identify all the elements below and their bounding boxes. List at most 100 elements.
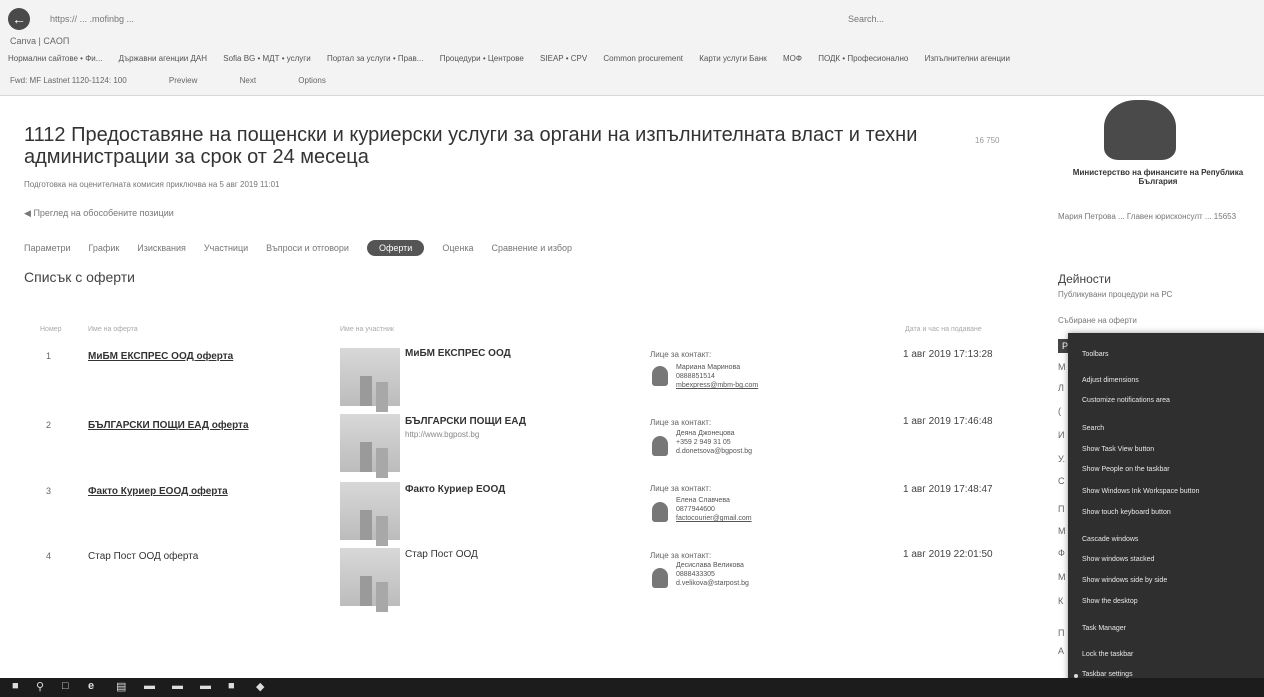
activity-link[interactable]: Публикувани процедури на РС bbox=[1058, 290, 1248, 300]
menu-item-show-desktop[interactable]: Show the desktop bbox=[1082, 598, 1138, 605]
tab-questions[interactable]: Въпроси и отговори bbox=[266, 243, 349, 253]
submission-date: 1 авг 2019 17:48:47 bbox=[903, 484, 993, 495]
preview-button[interactable]: Preview bbox=[169, 76, 197, 85]
search-icon[interactable]: ⚲ bbox=[36, 680, 44, 693]
favorites-bar: Нормални сайтове • Фи... Държавни агенци… bbox=[8, 54, 1258, 63]
submission-date: 1 авг 2019 17:46:48 bbox=[903, 416, 993, 427]
menu-item-lock-taskbar[interactable]: Lock the taskbar bbox=[1082, 651, 1133, 658]
taskbar-context-menu: Toolbars Adjust dimensions Customize not… bbox=[1068, 333, 1264, 688]
menu-item-adjust[interactable]: Adjust dimensions bbox=[1082, 377, 1139, 384]
procedure-status: Подготовка на оценителната комисия прикл… bbox=[24, 180, 280, 189]
tab-participants[interactable]: Участници bbox=[204, 243, 248, 253]
menu-item-people[interactable]: Show People on the taskbar bbox=[1082, 466, 1170, 473]
participant-logo bbox=[340, 348, 400, 406]
menu-item-side-by-side[interactable]: Show windows side by side bbox=[1082, 577, 1167, 584]
views-count: 16 750 bbox=[975, 136, 1000, 145]
favorite-link[interactable]: Нормални сайтове • Фи... bbox=[8, 54, 102, 63]
menu-item-toolbars[interactable]: Toolbars bbox=[1082, 351, 1108, 358]
tab-requirements[interactable]: Изисквания bbox=[137, 243, 186, 253]
app-icon[interactable]: ▬ bbox=[172, 680, 183, 692]
menu-item-notifications[interactable]: Customize notifications area bbox=[1082, 397, 1170, 404]
contact-email[interactable]: d.velikova@starpost.bg bbox=[676, 580, 749, 587]
tab-parameters[interactable]: Параметри bbox=[24, 243, 71, 253]
taskview-icon[interactable]: □ bbox=[62, 680, 69, 692]
column-header-number: Номер bbox=[40, 326, 62, 333]
app-icon[interactable]: ▬ bbox=[200, 680, 211, 692]
offer-link[interactable]: БЪЛГАРСКИ ПОЩИ ЕАД оферта bbox=[88, 420, 249, 431]
activity-item[interactable]: Л bbox=[1058, 383, 1064, 393]
activity-item[interactable]: А bbox=[1058, 646, 1064, 656]
favorite-link[interactable]: Common procurement bbox=[603, 54, 683, 63]
contact-phone: 0888851514 bbox=[676, 373, 715, 380]
activity-item[interactable]: И bbox=[1058, 430, 1064, 440]
favorite-link[interactable]: SIEAP • CPV bbox=[540, 54, 587, 63]
browser-tab[interactable]: Canva | CAOП bbox=[10, 36, 69, 46]
menu-item-cascade[interactable]: Cascade windows bbox=[1082, 536, 1138, 543]
activity-item[interactable]: ( bbox=[1058, 406, 1061, 416]
contact-email[interactable]: factocourier@gmail.com bbox=[676, 515, 752, 522]
offer-link[interactable]: Факто Куриер ЕООД оферта bbox=[88, 486, 228, 497]
options-button[interactable]: Options bbox=[298, 76, 326, 85]
favorite-link[interactable]: Държавни агенции ДАН bbox=[119, 54, 207, 63]
page-bar-item[interactable]: Fwd: MF Lastnet 1120-1124: 100 bbox=[10, 76, 127, 85]
activity-item[interactable]: П bbox=[1058, 628, 1064, 638]
tab-offers[interactable]: Оферти bbox=[366, 240, 425, 256]
menu-item-touch-keyboard[interactable]: Show touch keyboard button bbox=[1082, 509, 1171, 516]
participant-logo bbox=[340, 548, 400, 606]
participant-website[interactable]: http://www.bgpost.bg bbox=[405, 430, 479, 439]
activity-item[interactable]: П bbox=[1058, 504, 1064, 514]
favorite-link[interactable]: MOФ bbox=[783, 54, 802, 63]
back-button[interactable]: ← bbox=[8, 8, 30, 30]
participant-logo bbox=[340, 482, 400, 540]
activity-item[interactable]: М bbox=[1058, 572, 1066, 582]
app-icon[interactable]: ◆ bbox=[256, 680, 264, 693]
taskbar[interactable]: ■ ⚲ □ e ▤ ▬ ▬ ▬ ■ ◆ bbox=[0, 678, 1264, 697]
edge-icon[interactable]: e bbox=[88, 680, 94, 692]
lots-link[interactable]: ◀ Преглед на обособените позиции bbox=[24, 208, 174, 219]
favorite-link[interactable]: Изпълнителни агенции bbox=[925, 54, 1010, 63]
contact-email[interactable]: mbexpress@mbm-bg.com bbox=[676, 382, 758, 389]
favorite-link[interactable]: Процедури • Центрове bbox=[440, 54, 524, 63]
tab-comparison[interactable]: Сравнение и избор bbox=[492, 243, 573, 253]
menu-item-search[interactable]: Search bbox=[1082, 425, 1104, 432]
tab-evaluation[interactable]: Оценка bbox=[442, 243, 473, 253]
activity-item[interactable]: У. bbox=[1058, 454, 1065, 464]
contact-label: Лице за контакт: bbox=[650, 418, 712, 427]
app-icon[interactable]: ■ bbox=[228, 680, 235, 692]
offer-link[interactable]: Стар Пост ООД оферта bbox=[88, 551, 198, 562]
menu-item-taskbar-settings[interactable]: Taskbar settings bbox=[1082, 671, 1133, 678]
person-icon bbox=[652, 568, 668, 588]
column-header-participant: Име на участник bbox=[340, 326, 394, 333]
favorite-link[interactable]: ПОДК • Професионално bbox=[818, 54, 908, 63]
activity-item[interactable]: М bbox=[1058, 526, 1066, 536]
tab-schedule[interactable]: График bbox=[89, 243, 120, 253]
activity-item[interactable]: М bbox=[1058, 362, 1066, 372]
app-icon[interactable]: ▬ bbox=[144, 680, 155, 692]
menu-item-ink[interactable]: Show Windows Ink Workspace button bbox=[1082, 488, 1199, 495]
favorite-link[interactable]: Sofia BG • МДТ • услуги bbox=[223, 54, 310, 63]
start-icon[interactable]: ■ bbox=[12, 680, 19, 692]
menu-item-task-view[interactable]: Show Task View button bbox=[1082, 446, 1154, 453]
offer-link[interactable]: МиБМ ЕКСПРЕС ООД оферта bbox=[88, 351, 233, 362]
next-button[interactable]: Next bbox=[240, 76, 256, 85]
page-title: 1112 Предоставяне на пощенски и куриерск… bbox=[24, 124, 918, 168]
menu-item-stacked[interactable]: Show windows stacked bbox=[1082, 556, 1154, 563]
participant-name: МиБМ ЕКСПРЕС ООД bbox=[405, 348, 511, 359]
activity-item[interactable]: С bbox=[1058, 476, 1065, 486]
contact-email[interactable]: d.donetsova@bgpost.bg bbox=[676, 448, 752, 455]
favorite-link[interactable]: Портал за услуги • Прав... bbox=[327, 54, 424, 63]
contact-label: Лице за контакт: bbox=[650, 350, 712, 359]
activity-item[interactable]: К bbox=[1058, 596, 1063, 606]
favorite-link[interactable]: Карти услуги Банк bbox=[699, 54, 767, 63]
activity-item[interactable]: Ф bbox=[1058, 548, 1065, 558]
menu-item-task-manager[interactable]: Task Manager bbox=[1082, 625, 1126, 632]
contact-label: Лице за контакт: bbox=[650, 551, 712, 560]
search-box[interactable]: Search... bbox=[848, 14, 884, 24]
address-bar[interactable]: https:// ... .mofinbg ... bbox=[50, 14, 134, 24]
activity-link[interactable]: Събиране на оферти bbox=[1058, 316, 1248, 326]
person-icon bbox=[652, 436, 668, 456]
participant-name: БЪЛГАРСКИ ПОЩИ ЕАД bbox=[405, 416, 527, 427]
contact-name: Елена Славчева bbox=[676, 497, 730, 504]
contact-phone: 0888433305 bbox=[676, 571, 715, 578]
explorer-icon[interactable]: ▤ bbox=[116, 680, 126, 693]
